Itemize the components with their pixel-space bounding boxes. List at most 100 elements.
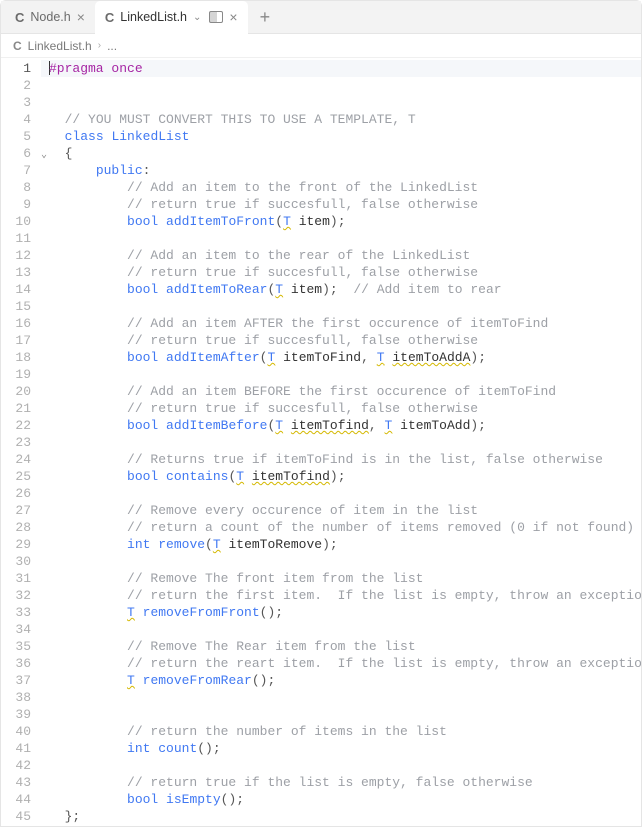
tab-label: Node.h [30,10,70,24]
close-icon[interactable]: × [229,10,237,24]
tab-linkedlist-h[interactable]: C LinkedList.h ⌄ × [95,1,248,34]
code-token: T [127,673,135,688]
line-number: 3 [1,94,41,111]
code-token: // Add an item BEFORE the first occurenc… [127,384,556,399]
code-line[interactable]: // Returns true if itemToFind is in the … [41,451,641,468]
code-token: itemToRemove [221,537,322,552]
code-token [49,605,127,620]
code-token: addItemBefore [166,418,267,433]
code-line[interactable]: // return the number of items in the lis… [41,723,641,740]
line-number: 11 [1,230,41,247]
code-line[interactable]: // Add an item BEFORE the first occurenc… [41,383,641,400]
code-line[interactable] [41,298,641,315]
code-line[interactable] [41,230,641,247]
code-token [49,350,127,365]
code-token [49,537,127,552]
new-tab-button[interactable]: + [248,7,283,28]
code-line[interactable]: T removeFromFront(); [41,604,641,621]
code-token [49,775,127,790]
code-line[interactable] [41,621,641,638]
code-editor[interactable]: 123456⌄789101112131415161718192021222324… [1,58,641,826]
code-line[interactable]: bool contains(T itemTofind); [41,468,641,485]
code-line[interactable]: bool addItemBefore(T itemTofind, T itemT… [41,417,641,434]
code-token [49,316,127,331]
code-line[interactable]: bool addItemToFront(T item); [41,213,641,230]
code-token: addItemToFront [166,214,275,229]
code-token [49,112,65,127]
code-token [49,282,127,297]
code-line[interactable]: // Add an item AFTER the first occurence… [41,315,641,332]
code-line[interactable] [41,366,641,383]
code-line[interactable]: { [41,145,641,162]
code-line[interactable] [41,689,641,706]
code-token: // return true if the list is empty, fal… [127,775,533,790]
line-number: 20 [1,383,41,400]
code-line[interactable]: bool isEmpty(); [41,791,641,808]
code-token [49,163,96,178]
code-line[interactable]: // YOU MUST CONVERT THIS TO USE A TEMPLA… [41,111,641,128]
code-token [49,333,127,348]
line-number: 31 [1,570,41,587]
line-number: 23 [1,434,41,451]
line-number: 36 [1,655,41,672]
c-file-icon: C [13,39,22,53]
code-line[interactable]: int count(); [41,740,641,757]
line-number: 43 [1,774,41,791]
code-line[interactable] [41,485,641,502]
fold-icon[interactable]: ⌄ [41,147,47,164]
code-line[interactable]: bool addItemToRear(T item); // Add item … [41,281,641,298]
code-token: contains [166,469,228,484]
c-file-icon: C [105,10,114,25]
code-line[interactable]: // Remove every occurence of item in the… [41,502,641,519]
code-line[interactable] [41,94,641,111]
code-line[interactable]: #pragma once [41,60,641,77]
code-line[interactable]: }; [41,808,641,825]
line-number: 38 [1,689,41,706]
chevron-down-icon[interactable]: ⌄ [193,12,201,23]
code-line[interactable]: T removeFromRear(); [41,672,641,689]
code-line[interactable] [41,77,641,94]
code-line[interactable]: // return true if succesfull, false othe… [41,332,641,349]
code-line[interactable]: public: [41,162,641,179]
code-token: // YOU MUST CONVERT THIS TO USE A TEMPLA… [65,112,416,127]
close-icon[interactable]: × [77,10,85,24]
line-number: 21 [1,400,41,417]
code-line[interactable]: // Add an item to the front of the Linke… [41,179,641,196]
code-line[interactable]: bool addItemAfter(T itemToFind, T itemTo… [41,349,641,366]
breadcrumb-file: LinkedList.h [28,39,92,53]
line-number: 42 [1,757,41,774]
code-line[interactable]: // Remove The front item from the list [41,570,641,587]
code-line[interactable]: // return true if the list is empty, fal… [41,774,641,791]
code-line[interactable]: // return true if succesfull, false othe… [41,264,641,281]
code-line[interactable]: // Add an item to the rear of the Linked… [41,247,641,264]
code-area[interactable]: #pragma once // YOU MUST CONVERT THIS TO… [41,58,641,826]
tab-node-h[interactable]: C Node.h × [5,1,95,34]
code-line[interactable]: // return the first item. If the list is… [41,587,641,604]
code-line[interactable] [41,553,641,570]
line-number: 32 [1,587,41,604]
code-line[interactable] [41,757,641,774]
breadcrumb[interactable]: C LinkedList.h › ... [1,34,641,58]
code-token [49,452,127,467]
line-number: 6⌄ [1,145,41,162]
split-editor-icon[interactable] [209,11,223,23]
code-line[interactable] [41,434,641,451]
code-line[interactable]: // Remove The Rear item from the list [41,638,641,655]
code-token [158,350,166,365]
code-line[interactable]: // return true if succesfull, false othe… [41,196,641,213]
code-line[interactable]: class LinkedList [41,128,641,145]
line-number: 14 [1,281,41,298]
code-token [49,265,127,280]
code-line[interactable]: // return true if succesfull, false othe… [41,400,641,417]
code-token [49,503,127,518]
code-token: T [275,282,283,297]
code-line[interactable] [41,706,641,723]
line-number: 37 [1,672,41,689]
code-token: ); [322,282,338,297]
tab-label: LinkedList.h [120,10,187,24]
code-line[interactable]: // return the reart item. If the list is… [41,655,641,672]
code-line[interactable]: int remove(T itemToRemove); [41,536,641,553]
code-line[interactable]: // return a count of the number of items… [41,519,641,536]
code-token: // return true if succesfull, false othe… [127,265,478,280]
code-token [49,129,65,144]
